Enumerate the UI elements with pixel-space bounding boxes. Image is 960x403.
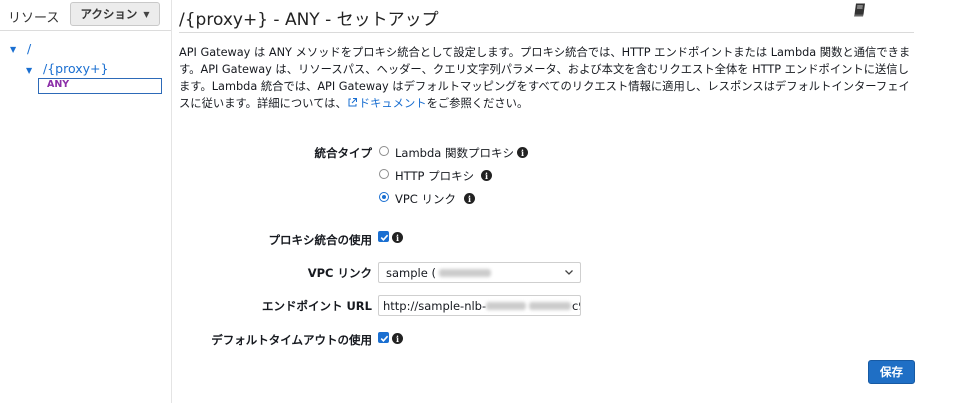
redacted-value bbox=[529, 302, 571, 310]
default-timeout-label: デフォルトタイムアウトの使用 bbox=[211, 333, 372, 347]
tree-item-root[interactable]: / bbox=[27, 41, 31, 56]
method-label: ANY bbox=[47, 79, 70, 90]
option-vpc-link-label: VPC リンク bbox=[395, 192, 456, 206]
caret-down-icon[interactable]: ▼ bbox=[26, 66, 32, 75]
radio-http-proxy[interactable] bbox=[379, 169, 389, 179]
default-timeout-checkbox[interactable] bbox=[378, 332, 389, 343]
sidebar-title: リソース bbox=[8, 11, 60, 26]
info-icon[interactable]: i bbox=[392, 232, 403, 243]
info-icon[interactable]: i bbox=[392, 333, 403, 344]
external-link-icon bbox=[348, 98, 357, 107]
tree-item-any-method[interactable]: ANY bbox=[38, 78, 162, 94]
actions-button[interactable]: アクション ▼ bbox=[70, 2, 160, 26]
endpoint-url-input[interactable]: http://sample-nlb- c9 bbox=[378, 295, 581, 316]
vpc-link-label: VPC リンク bbox=[307, 266, 372, 280]
radio-vpc-link[interactable] bbox=[379, 192, 389, 202]
sidebar-header: リソース アクション ▼ bbox=[0, 0, 171, 31]
use-proxy-checkbox[interactable] bbox=[378, 231, 389, 242]
title-divider bbox=[179, 32, 914, 33]
integration-type-label: 統合タイプ bbox=[314, 146, 373, 160]
tree-item-proxy[interactable]: /{proxy+} bbox=[43, 61, 108, 76]
redacted-value bbox=[439, 269, 491, 277]
vpc-link-value: sample ( bbox=[386, 266, 436, 280]
description-suffix: をご参照ください。 bbox=[426, 97, 529, 110]
radio-lambda-proxy[interactable] bbox=[379, 146, 389, 156]
documentation-link[interactable]: ドキュメント bbox=[347, 97, 427, 110]
description: API Gateway は ANY メソッドをプロキシ統合として設定します。プロ… bbox=[179, 44, 919, 112]
info-icon[interactable]: i bbox=[517, 147, 528, 158]
info-icon[interactable]: i bbox=[464, 193, 475, 204]
option-lambda-proxy-label: Lambda 関数プロキシ bbox=[395, 146, 514, 160]
setup-panel: /{proxy+} - ANY - セットアップ API Gateway は A… bbox=[172, 0, 960, 403]
book-icon[interactable] bbox=[852, 2, 868, 18]
endpoint-url-label: エンドポイント URL bbox=[261, 299, 372, 313]
checkbox-checked-icon bbox=[380, 335, 389, 342]
endpoint-url-value: http://sample-nlb- bbox=[383, 299, 487, 313]
description-text: API Gateway は ANY メソッドをプロキシ統合として設定します。プロ… bbox=[179, 46, 911, 110]
page-title: /{proxy+} - ANY - セットアップ bbox=[179, 10, 439, 30]
info-icon[interactable]: i bbox=[481, 170, 492, 181]
checkbox-checked-icon bbox=[380, 234, 389, 241]
documentation-link-label: ドキュメント bbox=[358, 97, 427, 110]
caret-down-icon: ▼ bbox=[143, 9, 150, 19]
vpc-link-select[interactable]: sample ( bbox=[378, 262, 581, 283]
resources-sidebar: リソース アクション ▼ ▼ / ▼ /{proxy+} ANY bbox=[0, 0, 172, 403]
use-proxy-integration-label: プロキシ統合の使用 bbox=[268, 233, 373, 247]
caret-down-icon[interactable]: ▼ bbox=[10, 45, 16, 54]
chevron-down-icon bbox=[565, 270, 573, 275]
option-http-proxy-label: HTTP プロキシ bbox=[395, 169, 475, 183]
endpoint-url-tail: c9 bbox=[572, 299, 580, 313]
actions-button-label: アクション bbox=[80, 7, 138, 21]
save-button[interactable]: 保存 bbox=[868, 360, 915, 384]
redacted-value bbox=[486, 302, 526, 310]
